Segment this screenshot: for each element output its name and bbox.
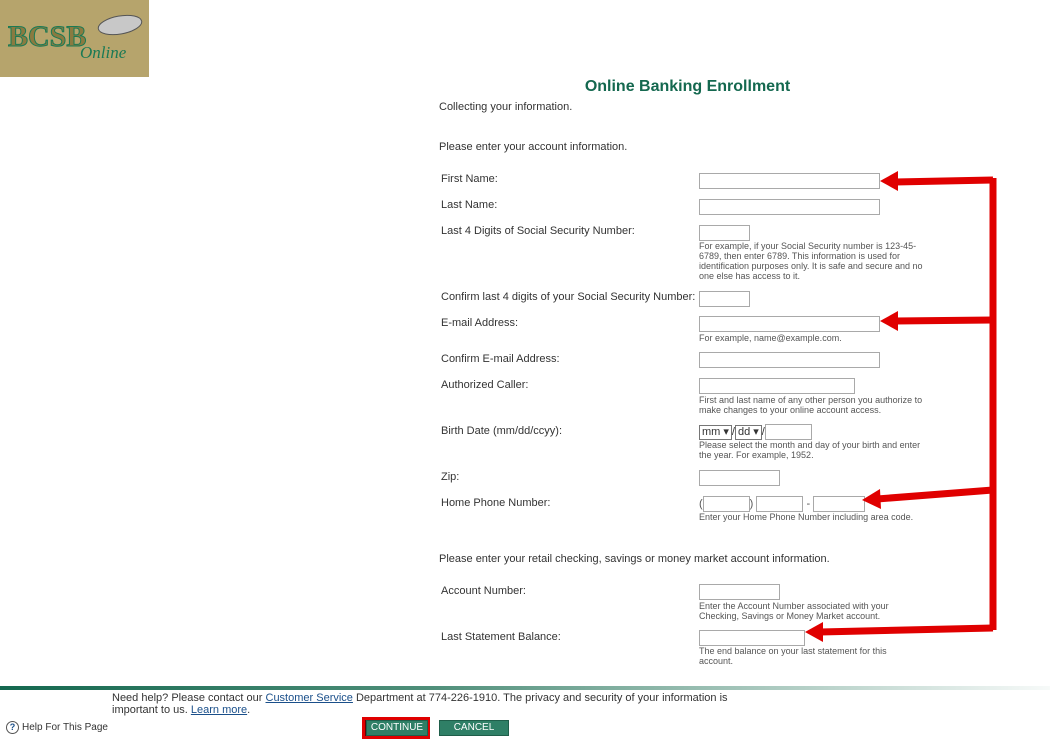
learn-more-link[interactable]: Learn more <box>191 704 247 716</box>
customer-service-link[interactable]: Customer Service <box>266 692 353 704</box>
footer-text: . <box>247 704 251 716</box>
cancel-button[interactable]: CANCEL <box>439 720 509 736</box>
help-question-icon: ? <box>6 721 19 734</box>
arrow-phone <box>876 486 994 503</box>
annotation-arrows <box>805 171 997 642</box>
arrow-balance <box>819 624 994 636</box>
help-for-page-link[interactable]: ? Help For This Page <box>6 721 108 734</box>
arrow-email <box>894 316 994 325</box>
arrow-first-name <box>894 176 994 186</box>
footer-help-text: Need help? Please contact our Customer S… <box>112 692 772 716</box>
continue-button[interactable]: CONTINUE <box>366 720 428 736</box>
footer-divider <box>0 686 1050 690</box>
footer-text: Need help? Please contact our <box>112 692 266 704</box>
help-for-page-label: Help For This Page <box>22 722 108 733</box>
